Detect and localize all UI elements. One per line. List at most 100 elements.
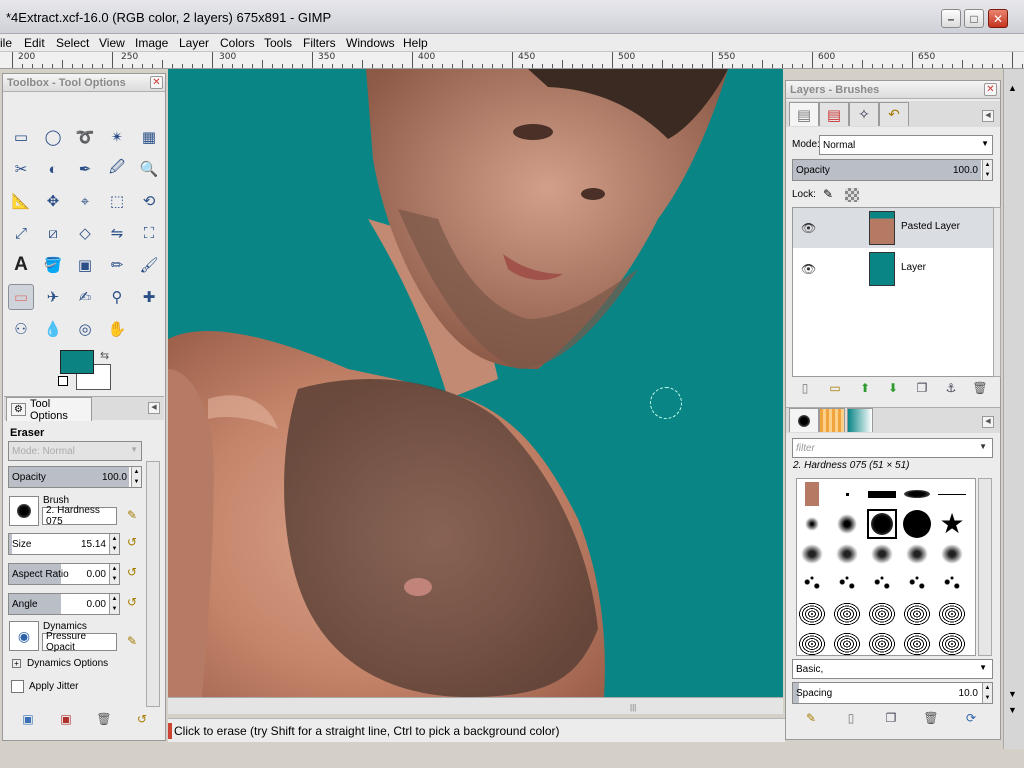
tool-paths[interactable]: ✒ bbox=[72, 156, 98, 182]
menu-help[interactable]: Help bbox=[403, 36, 428, 50]
tool-blur-sharpen[interactable]: ◎ bbox=[72, 316, 98, 342]
mode-select[interactable]: Mode: Normal ▼ bbox=[8, 441, 142, 461]
menu-layer[interactable]: Layer bbox=[179, 36, 209, 50]
menu-filters[interactable]: Filters bbox=[303, 36, 336, 50]
new-group-icon[interactable]: ▭ bbox=[827, 381, 843, 397]
opacity-spinner[interactable]: ▲ ▼ bbox=[131, 467, 141, 487]
tab-brushes[interactable] bbox=[789, 408, 819, 432]
delete-layer-icon[interactable]: 🗑 bbox=[972, 381, 988, 397]
tool-scissors-select[interactable]: ✂ bbox=[8, 156, 34, 182]
brush-cell[interactable] bbox=[867, 539, 897, 569]
tool-color-picker[interactable]: 🖉 bbox=[104, 156, 130, 182]
brush-preview-button[interactable] bbox=[9, 496, 39, 526]
tool-dodge-burn[interactable]: ✋ bbox=[104, 316, 130, 342]
brushes-menu-button[interactable]: ◀ bbox=[982, 416, 994, 428]
tool-rect-select[interactable]: ▭ bbox=[8, 124, 34, 150]
visibility-eye-icon[interactable]: 👁 bbox=[801, 262, 816, 276]
menu-view[interactable]: View bbox=[99, 36, 125, 50]
tool-clone[interactable]: ⚲ bbox=[104, 284, 130, 310]
brush-cell[interactable] bbox=[797, 479, 827, 509]
anchor-layer-icon[interactable]: ⚓ bbox=[943, 381, 959, 397]
brush-cell[interactable] bbox=[797, 509, 827, 539]
tool-zoom[interactable]: 🔍 bbox=[136, 156, 162, 182]
brush-category-select[interactable]: Basic, ▼ bbox=[792, 659, 993, 679]
brush-cell[interactable] bbox=[902, 539, 932, 569]
brush-cell[interactable] bbox=[832, 599, 862, 629]
tool-free-select[interactable]: ➰ bbox=[72, 124, 98, 150]
brush-cell[interactable] bbox=[902, 479, 932, 509]
tool-blend[interactable]: ▣ bbox=[72, 252, 98, 278]
lock-alpha-icon[interactable] bbox=[845, 188, 859, 202]
menu-windows[interactable]: Windows bbox=[346, 36, 395, 50]
brush-cell[interactable] bbox=[902, 629, 932, 659]
expand-icon[interactable]: + bbox=[12, 659, 21, 668]
brush-cell[interactable] bbox=[832, 509, 862, 539]
swap-colors-icon[interactable]: ⇆ bbox=[100, 349, 109, 362]
dynamics-field[interactable]: Pressure Opacit bbox=[42, 631, 117, 653]
minimize-button[interactable]: – bbox=[941, 9, 961, 28]
brush-cell[interactable] bbox=[902, 509, 932, 539]
edit-brush-icon[interactable]: ✎ bbox=[803, 711, 819, 727]
brush-cell[interactable] bbox=[937, 539, 967, 569]
tool-flip[interactable]: ⇋ bbox=[104, 220, 130, 246]
reset-options-icon[interactable]: ↺ bbox=[134, 712, 150, 728]
toolbox-close-button[interactable]: ✕ bbox=[150, 76, 163, 89]
duplicate-layer-icon[interactable]: ❐ bbox=[914, 381, 930, 397]
foreground-color-swatch[interactable] bbox=[60, 350, 94, 374]
scroll-down-arrow-icon[interactable]: ▼ bbox=[1008, 705, 1017, 715]
brush-cell[interactable] bbox=[937, 599, 967, 629]
tool-options-scrollbar[interactable] bbox=[146, 461, 160, 707]
tool-by-color-select[interactable]: ▦ bbox=[136, 124, 162, 150]
tool-measure[interactable]: 📐 bbox=[8, 188, 34, 214]
new-brush-icon[interactable]: ▯ bbox=[843, 711, 859, 727]
menu-image[interactable]: Image bbox=[135, 36, 168, 50]
layer-mode-select[interactable]: Normal ▼ bbox=[819, 135, 993, 155]
tool-perspective[interactable]: ◇ bbox=[72, 220, 98, 246]
tool-fuzzy-select[interactable]: ✴ bbox=[104, 124, 130, 150]
brush-cell[interactable] bbox=[832, 479, 862, 509]
size-slider[interactable]: Size 15.14 ▲ ▼ bbox=[8, 533, 120, 555]
edit-dynamics-icon[interactable]: ✎ bbox=[124, 634, 140, 650]
dynamics-options-label[interactable]: Dynamics Options bbox=[27, 658, 108, 669]
brush-cell[interactable] bbox=[937, 479, 967, 509]
visibility-eye-icon[interactable]: 👁 bbox=[801, 221, 816, 235]
size-spinner[interactable]: ▲ ▼ bbox=[109, 534, 119, 554]
layer-row[interactable]: 👁 Layer bbox=[793, 249, 993, 289]
brush-cell[interactable] bbox=[797, 599, 827, 629]
tool-eraser[interactable]: ▭ bbox=[8, 284, 34, 310]
opacity-slider[interactable]: Opacity 100.0 ▲ ▼ bbox=[8, 466, 142, 488]
tool-ellipse-select[interactable]: ◯ bbox=[40, 124, 66, 150]
tab-tool-options[interactable]: ⚙ Tool Options bbox=[6, 397, 92, 422]
save-options-icon[interactable]: ▣ bbox=[20, 712, 36, 728]
scroll-down-arrow-icon[interactable]: ▼ bbox=[1008, 689, 1017, 699]
tool-smudge[interactable]: 💧 bbox=[40, 316, 66, 342]
tool-align[interactable]: ⌖ bbox=[72, 188, 98, 214]
menu-select[interactable]: Select bbox=[56, 36, 89, 50]
brush-cell[interactable] bbox=[832, 569, 862, 599]
angle-slider[interactable]: Angle 0.00 ▲ ▼ bbox=[8, 593, 120, 615]
tool-move[interactable]: ✥ bbox=[40, 188, 66, 214]
tab-channels[interactable]: ▤ bbox=[819, 102, 849, 126]
tool-text[interactable]: A bbox=[8, 252, 34, 278]
default-colors-icon[interactable] bbox=[58, 376, 68, 386]
delete-brush-icon[interactable]: 🗑 bbox=[923, 711, 939, 727]
brush-cell[interactable] bbox=[937, 629, 967, 659]
brush-cell[interactable] bbox=[797, 629, 827, 659]
menu-colors[interactable]: Colors bbox=[220, 36, 255, 50]
brush-filter-input[interactable]: filter ▼ bbox=[792, 438, 993, 458]
tab-gradients[interactable] bbox=[847, 408, 873, 432]
layers-scrollbar[interactable] bbox=[993, 207, 1001, 377]
tool-perspective-clone[interactable]: ⚇ bbox=[8, 316, 34, 342]
scroll-up-arrow-icon[interactable]: ▲ bbox=[1008, 83, 1017, 93]
spacing-spinner[interactable]: ▲ ▼ bbox=[982, 683, 992, 703]
aspect-ratio-slider[interactable]: Aspect Ratio 0.00 ▲ ▼ bbox=[8, 563, 120, 585]
brush-cell[interactable] bbox=[937, 569, 967, 599]
angle-spinner[interactable]: ▲ ▼ bbox=[109, 594, 119, 614]
maximize-button[interactable]: □ bbox=[964, 9, 984, 28]
tool-shear[interactable]: ⧄ bbox=[40, 220, 66, 246]
brush-cell[interactable] bbox=[902, 569, 932, 599]
tool-bucket-fill[interactable]: 🪣 bbox=[40, 252, 66, 278]
tool-options-menu-button[interactable]: ◀ bbox=[148, 402, 160, 414]
tool-airbrush[interactable]: ✈ bbox=[40, 284, 66, 310]
layers-menu-button[interactable]: ◀ bbox=[982, 110, 994, 122]
